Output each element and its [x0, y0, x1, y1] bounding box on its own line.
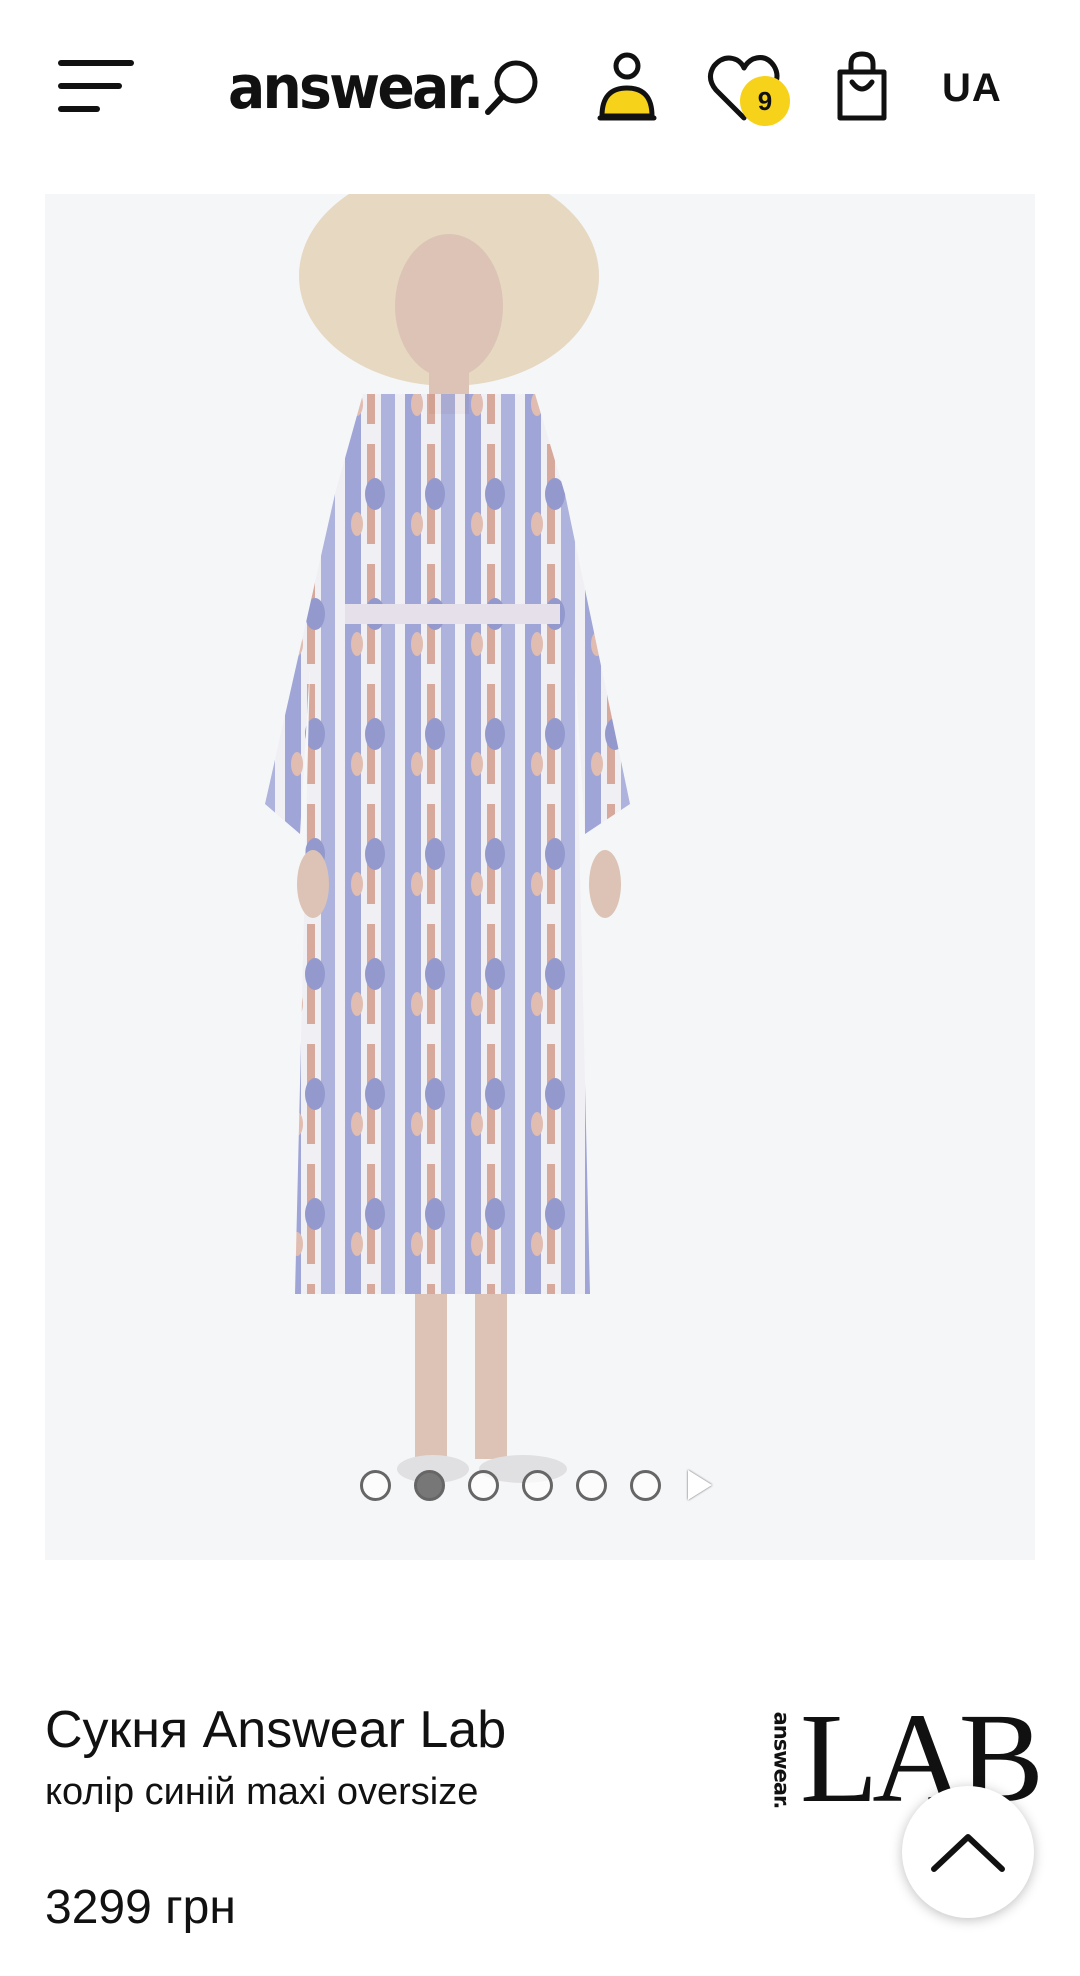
carousel-dot-3[interactable] [468, 1469, 499, 1501]
wishlist-count-badge: 9 [740, 76, 790, 126]
language-switch[interactable]: UA [942, 66, 1002, 111]
site-logo[interactable]: answear. [228, 52, 484, 124]
carousel-dot-2[interactable] [414, 1469, 445, 1501]
menu-icon[interactable] [58, 56, 134, 116]
search-icon[interactable] [482, 56, 544, 118]
header: answear. 9 UA [0, 0, 1080, 185]
chevron-up-icon [931, 1834, 1005, 1872]
product-image[interactable] [45, 194, 1035, 1560]
product-subtitle: колір синій maxi oversize [45, 1771, 479, 1813]
carousel-dot-5[interactable] [576, 1469, 607, 1501]
carousel-dot-1[interactable] [360, 1469, 391, 1501]
scroll-to-top-button[interactable] [902, 1786, 1034, 1918]
model-photo [45, 194, 1035, 1560]
carousel-dot-4[interactable] [522, 1469, 553, 1501]
carousel-pagination [360, 1468, 712, 1502]
brand-logo-small[interactable]: answear. [766, 1712, 796, 1809]
product-title: Сукня Answear Lab [45, 1701, 507, 1759]
carousel-dot-6[interactable] [630, 1469, 661, 1501]
video-play-icon[interactable] [688, 1470, 712, 1500]
bag-icon[interactable] [832, 50, 892, 124]
user-icon[interactable] [596, 50, 658, 126]
product-price: 3299 грн [45, 1881, 236, 1934]
